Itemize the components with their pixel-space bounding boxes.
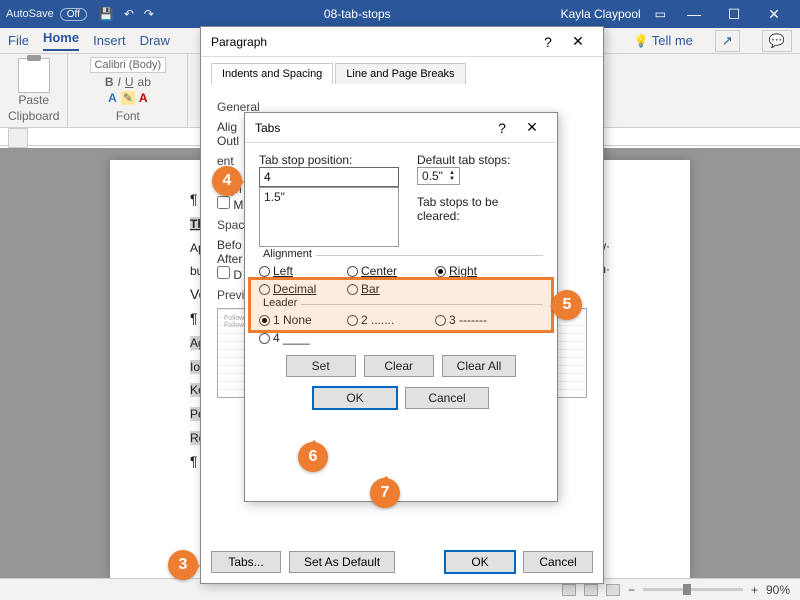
document-name: 08-tab-stops	[154, 7, 561, 21]
tab-indents-spacing[interactable]: Indents and Spacing	[211, 63, 333, 84]
dont-add-checkbox[interactable]	[217, 266, 230, 279]
redo-icon[interactable]: ↷	[144, 7, 154, 21]
leader-group: Leader 1 None 2 ....... 3 ------- 4 ____	[259, 304, 543, 345]
callout-5: 5	[552, 290, 582, 320]
underline-button[interactable]: U	[125, 75, 134, 89]
tabs-dialog: Tabs ? ✕ Tab stop position: 1.5" Default…	[244, 112, 558, 502]
align-center-radio[interactable]: Center	[347, 264, 429, 278]
save-icon[interactable]: 💾	[99, 7, 114, 21]
leader-underline-radio[interactable]: 4 ____	[259, 331, 341, 345]
align-left-radio[interactable]: Left	[259, 264, 341, 278]
zoom-out-button[interactable]: −	[628, 583, 635, 597]
default-tab-label: Default tab stops:	[417, 153, 543, 167]
autosave-toggle[interactable]: Off	[60, 8, 87, 21]
italic-button[interactable]: I	[118, 75, 121, 89]
clear-button[interactable]: Clear	[364, 355, 434, 377]
bold-button[interactable]: B	[105, 75, 114, 89]
tab-stop-position-input[interactable]	[259, 167, 399, 187]
help-button[interactable]: ?	[533, 34, 563, 50]
default-tab-spinner[interactable]: 0.5"▲▼	[417, 167, 460, 185]
leader-none-radio[interactable]: 1 None	[259, 313, 341, 327]
align-right-radio[interactable]: Right	[435, 264, 517, 278]
user-name: Kayla Claypool	[561, 7, 641, 21]
callout-7: 7	[370, 478, 400, 508]
tab-stop-position-label: Tab stop position:	[259, 153, 399, 167]
print-layout-icon[interactable]	[584, 584, 598, 596]
ribbon-options-icon[interactable]: ▭	[655, 7, 666, 21]
clipboard-group: Paste Clipboard	[0, 54, 68, 127]
clear-all-button[interactable]: Clear All	[442, 355, 517, 377]
callout-3: 3	[168, 550, 198, 580]
read-mode-icon[interactable]	[562, 584, 576, 596]
alignment-group: Alignment Left Center Right Decimal Bar	[259, 255, 543, 296]
tabs-button[interactable]: Tabs...	[211, 551, 281, 573]
quick-access-toolbar: 💾 ↶ ↷	[99, 7, 154, 21]
zoom-slider[interactable]	[643, 588, 743, 591]
leader-dashes-radio[interactable]: 3 -------	[435, 313, 517, 327]
paragraph-dialog-title: Paragraph	[211, 35, 267, 49]
callout-4: 4	[212, 166, 242, 196]
strike-button[interactable]: ab	[138, 75, 151, 89]
autosave-label: AutoSave	[6, 8, 54, 20]
maximize-button[interactable]: ☐	[714, 6, 754, 23]
minimize-button[interactable]: —	[674, 6, 714, 22]
zoom-in-button[interactable]: +	[751, 583, 758, 597]
tab-stop-list[interactable]: 1.5"	[259, 187, 399, 247]
paste-icon[interactable]	[18, 58, 50, 93]
font-group: Calibri (Body) B I U ab A ✎ A Font	[68, 54, 188, 127]
paste-label[interactable]: Paste	[18, 93, 49, 107]
callout-6: 6	[298, 442, 328, 472]
undo-icon[interactable]: ↶	[124, 7, 134, 21]
align-bar-radio[interactable]: Bar	[347, 282, 429, 296]
comments-button[interactable]: 💬	[762, 30, 792, 52]
mirror-checkbox[interactable]	[217, 196, 230, 209]
set-button[interactable]: Set	[286, 355, 356, 377]
font-family-select[interactable]: Calibri (Body)	[90, 57, 167, 73]
text-effects-button[interactable]: A	[108, 91, 117, 105]
tab-line-breaks[interactable]: Line and Page Breaks	[335, 63, 465, 84]
tabs-dialog-title: Tabs	[255, 121, 280, 135]
highlight-button[interactable]: ✎	[121, 91, 135, 105]
tabs-help-button[interactable]: ?	[487, 120, 517, 136]
set-default-button[interactable]: Set As Default	[289, 551, 395, 573]
share-button[interactable]: ↗	[715, 30, 740, 52]
tab-insert[interactable]: Insert	[93, 33, 126, 48]
close-button[interactable]: ✕	[754, 6, 794, 23]
tab-file[interactable]: File	[8, 33, 29, 48]
tabs-ok-button[interactable]: OK	[313, 387, 397, 409]
tab-cleared-label: Tab stops to be cleared:	[417, 195, 543, 223]
tab-draw[interactable]: Draw	[140, 33, 170, 48]
tabs-close-icon[interactable]: ✕	[517, 119, 547, 136]
paragraph-cancel-button[interactable]: Cancel	[523, 551, 593, 573]
leader-dots-radio[interactable]: 2 .......	[347, 313, 429, 327]
paragraph-ok-button[interactable]: OK	[445, 551, 515, 573]
tell-me[interactable]: 💡 Tell me	[633, 33, 692, 48]
zoom-level[interactable]: 90%	[766, 583, 790, 597]
font-color-button[interactable]: A	[139, 91, 148, 105]
tab-home[interactable]: Home	[43, 30, 79, 51]
title-bar: AutoSave Off 💾 ↶ ↷ 08-tab-stops Kayla Cl…	[0, 0, 800, 28]
align-decimal-radio[interactable]: Decimal	[259, 282, 341, 296]
web-layout-icon[interactable]	[606, 584, 620, 596]
close-icon[interactable]: ✕	[563, 33, 593, 50]
tabs-cancel-button[interactable]: Cancel	[405, 387, 489, 409]
